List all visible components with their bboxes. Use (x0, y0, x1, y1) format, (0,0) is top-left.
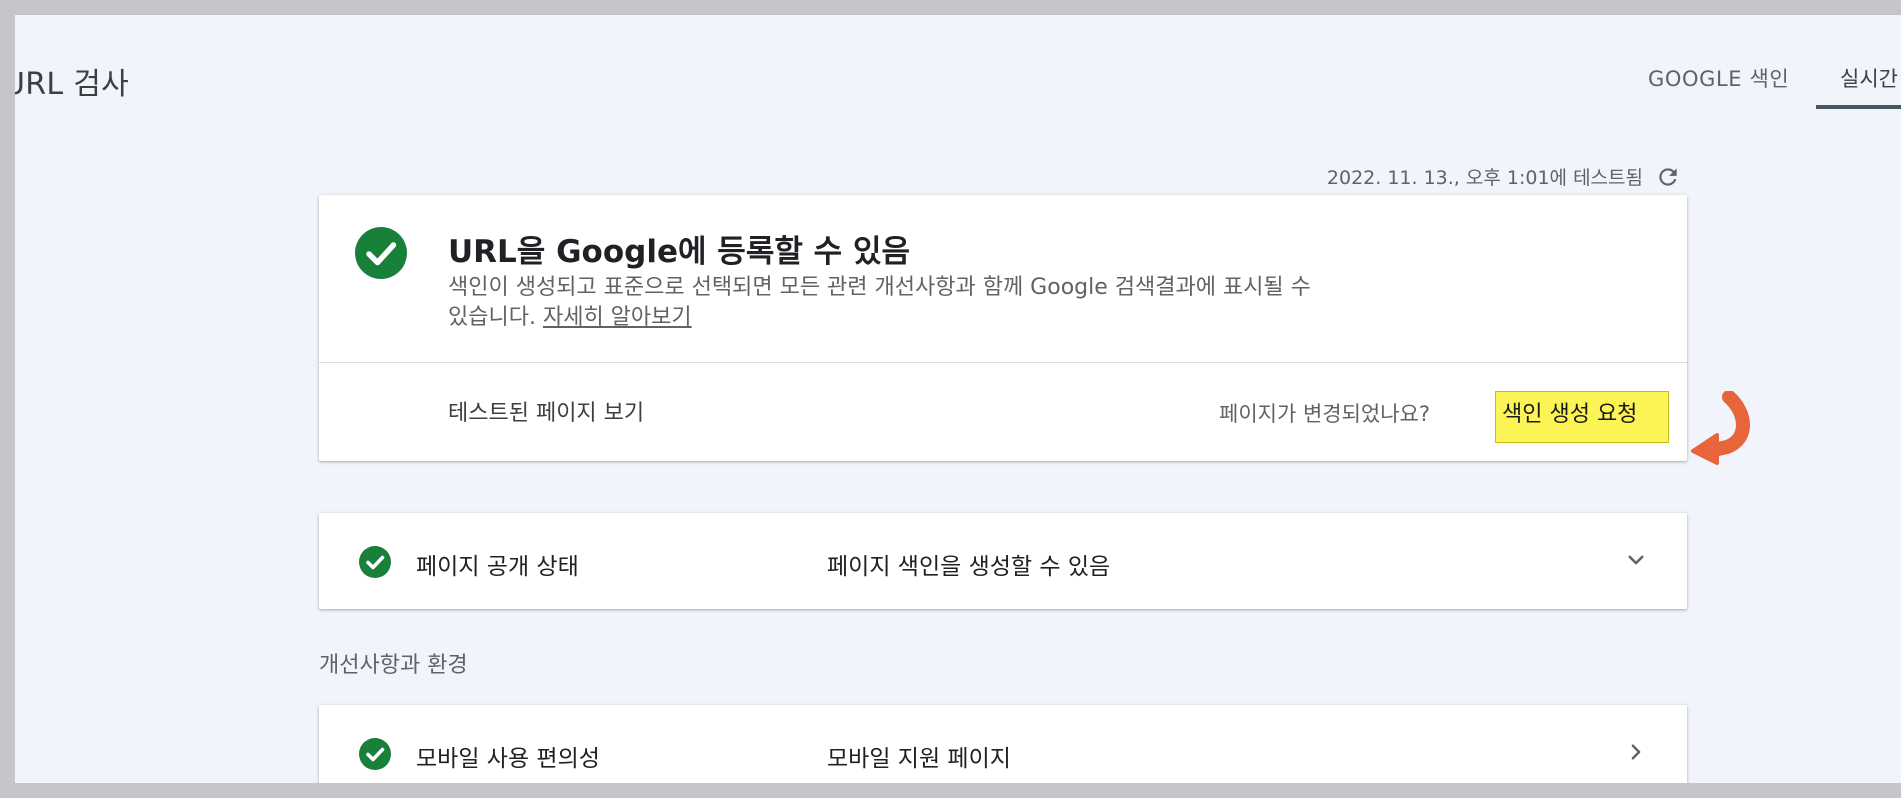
page-title: URL 검사 (15, 67, 130, 102)
mobile-usability-label: 모바일 사용 편의성 (416, 746, 600, 772)
index-status-card: URL을 Google에 등록할 수 있음 색인이 생성되고 표준으로 선택되면… (319, 195, 1687, 461)
status-headline: URL을 Google에 등록할 수 있음 (448, 234, 911, 270)
card-divider (319, 362, 1687, 363)
enhancements-heading: 개선사항과 환경 (319, 653, 468, 678)
coverage-label: 페이지 공개 상태 (416, 554, 579, 580)
tested-timestamp-row: 2022. 11. 13., 오후 1:01에 테스트됨 (1327, 163, 1681, 190)
mobile-usability-value: 모바일 지원 페이지 (827, 746, 1011, 772)
active-tab-indicator (1816, 105, 1901, 109)
mobile-usability-row[interactable]: 모바일 사용 편의성 모바일 지원 페이지 (319, 705, 1687, 783)
status-description: 색인이 생성되고 표준으로 선택되면 모든 관련 개선사항과 함께 Google… (448, 273, 1318, 333)
annotation-arrow-icon (1691, 391, 1750, 465)
tested-timestamp: 2022. 11. 13., 오후 1:01에 테스트됨 (1326, 167, 1643, 189)
view-tested-page-button[interactable]: 테스트된 페이지 보기 (448, 395, 644, 427)
coverage-value: 페이지 색인을 생성할 수 있음 (827, 554, 1111, 580)
tab-live-test[interactable]: 실시간 (1840, 63, 1898, 93)
page-changed-question: 페이지가 변경되었나요? (1219, 402, 1431, 426)
learn-more-link[interactable]: 자세히 알아보기 (543, 305, 692, 330)
url-inspection-panel: URL 검사 GOOGLE 색인 실시간 2022. 11. 13., 오후 1… (15, 15, 1901, 783)
request-indexing-button[interactable]: 색인 생성 요청 (1495, 391, 1669, 443)
chevron-right-icon[interactable] (1621, 737, 1651, 767)
chevron-down-icon[interactable] (1621, 545, 1651, 575)
check-circle-icon (359, 546, 391, 578)
check-circle-icon (355, 227, 407, 279)
page-coverage-row[interactable]: 페이지 공개 상태 페이지 색인을 생성할 수 있음 (319, 513, 1687, 609)
tab-google-index[interactable]: GOOGLE 색인 (1648, 63, 1789, 93)
refresh-icon[interactable] (1655, 164, 1681, 190)
check-circle-icon (359, 738, 391, 770)
